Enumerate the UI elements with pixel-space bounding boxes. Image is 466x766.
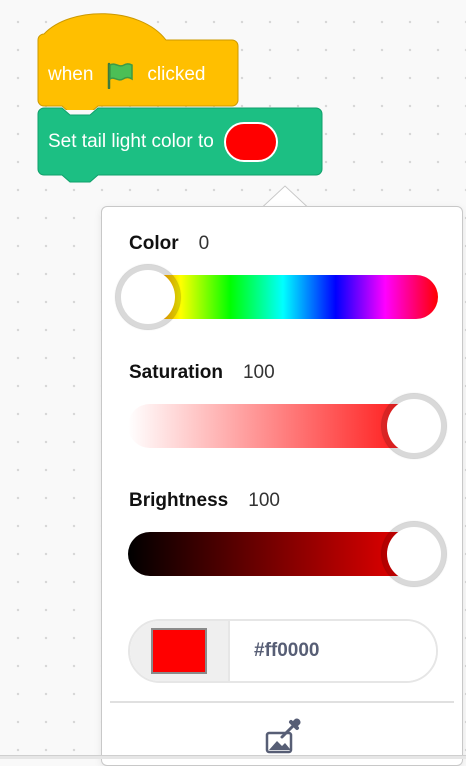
color-value: 0 <box>198 233 210 254</box>
hex-input[interactable]: #ff0000 <box>230 621 436 681</box>
hex-color-field: #ff0000 <box>128 619 438 683</box>
brightness-slider-track[interactable] <box>128 521 447 587</box>
saturation-label: Saturation <box>129 362 223 383</box>
saturation-value: 100 <box>242 362 275 383</box>
popup-arrow <box>263 185 307 207</box>
saturation-slider-knob[interactable] <box>381 393 447 459</box>
brightness-value: 100 <box>248 490 280 511</box>
popup-divider <box>110 701 454 703</box>
color-label-row: Color 0 <box>129 233 209 255</box>
workspace-bottom-edge <box>0 755 466 759</box>
saturation-label-row: Saturation 100 <box>129 362 275 384</box>
color-preview-swatch <box>151 628 207 674</box>
color-slider-knob[interactable] <box>115 264 181 330</box>
color-slider-track[interactable] <box>115 264 438 330</box>
brightness-label: Brightness <box>129 490 229 511</box>
color-picker-popup: Color 0 Saturation 100 Brightness 100 #f… <box>101 206 463 766</box>
color-input-swatch[interactable] <box>223 122 278 162</box>
brightness-slider-knob[interactable] <box>381 521 447 587</box>
set-tail-light-color-block[interactable]: Set tail light color to <box>0 0 330 195</box>
brightness-label-row: Brightness 100 <box>129 490 280 512</box>
command-label: Set tail light color to <box>48 131 214 152</box>
eyedropper-icon[interactable] <box>264 715 304 755</box>
color-label: Color <box>129 233 179 254</box>
saturation-slider-track[interactable] <box>128 393 447 459</box>
color-preview-container <box>130 621 230 681</box>
